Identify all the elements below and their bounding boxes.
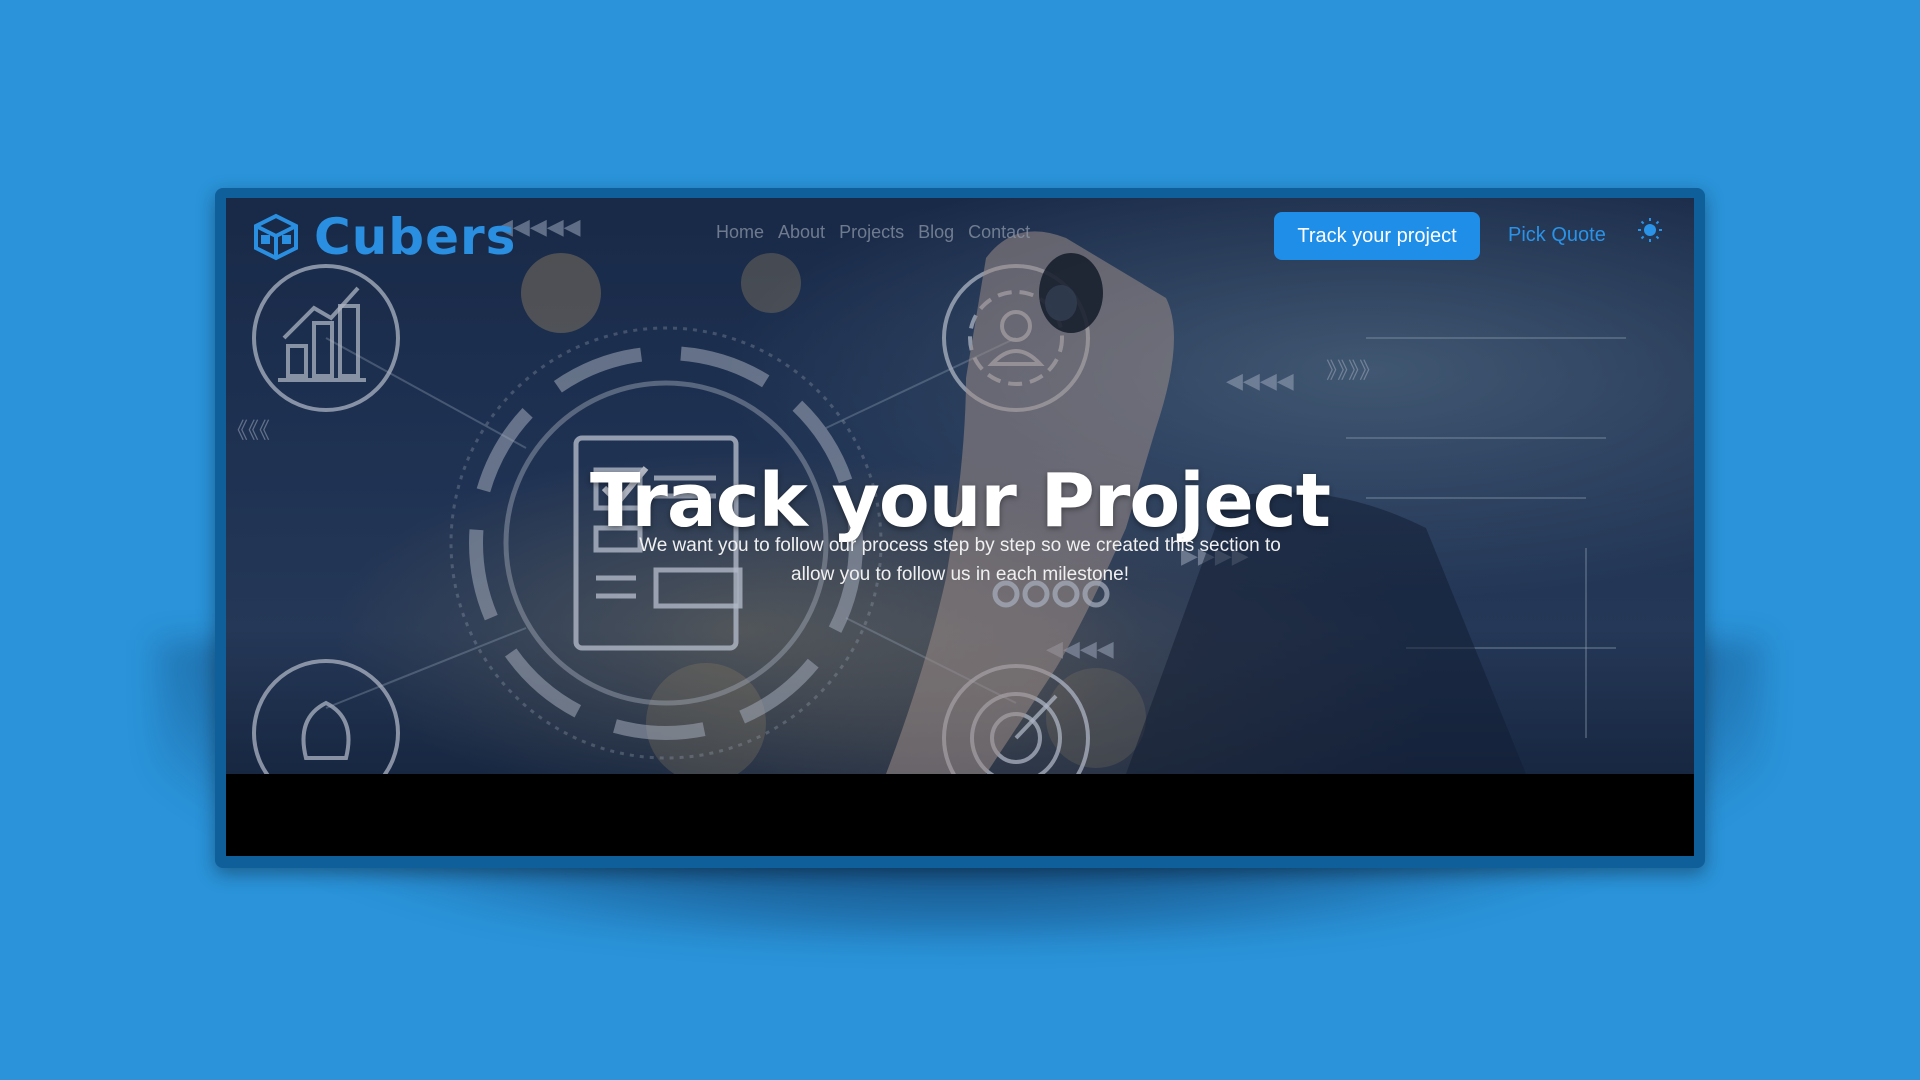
page-below-hero xyxy=(226,774,1694,856)
website-viewport: ◀◀◀◀◀ 《《《 ◀◀◀◀ 》》》》 ▶▶▶▶ ◀◀◀◀ xyxy=(226,198,1694,856)
nav-home[interactable]: Home xyxy=(716,222,764,243)
hero-subtitle: We want you to follow our process step b… xyxy=(639,535,1281,585)
hero-section: ◀◀◀◀◀ 《《《 ◀◀◀◀ 》》》》 ▶▶▶▶ ◀◀◀◀ xyxy=(226,198,1694,774)
track-project-button[interactable]: Track your project xyxy=(1274,212,1480,260)
main-nav: Home About Projects Blog Contact xyxy=(716,222,1030,243)
nav-contact[interactable]: Contact xyxy=(968,222,1030,243)
nav-blog[interactable]: Blog xyxy=(918,222,954,243)
cube-logo-icon xyxy=(254,213,298,261)
nav-projects[interactable]: Projects xyxy=(839,222,904,243)
sun-icon[interactable] xyxy=(1636,216,1664,244)
nav-about[interactable]: About xyxy=(778,222,825,243)
pick-quote-link[interactable]: Pick Quote xyxy=(1508,224,1606,247)
stage: ◀◀◀◀◀ 《《《 ◀◀◀◀ 》》》》 ▶▶▶▶ ◀◀◀◀ xyxy=(0,0,1920,1080)
brand-name: Cubers xyxy=(314,208,517,266)
brand-logo[interactable]: Cubers xyxy=(252,208,516,266)
